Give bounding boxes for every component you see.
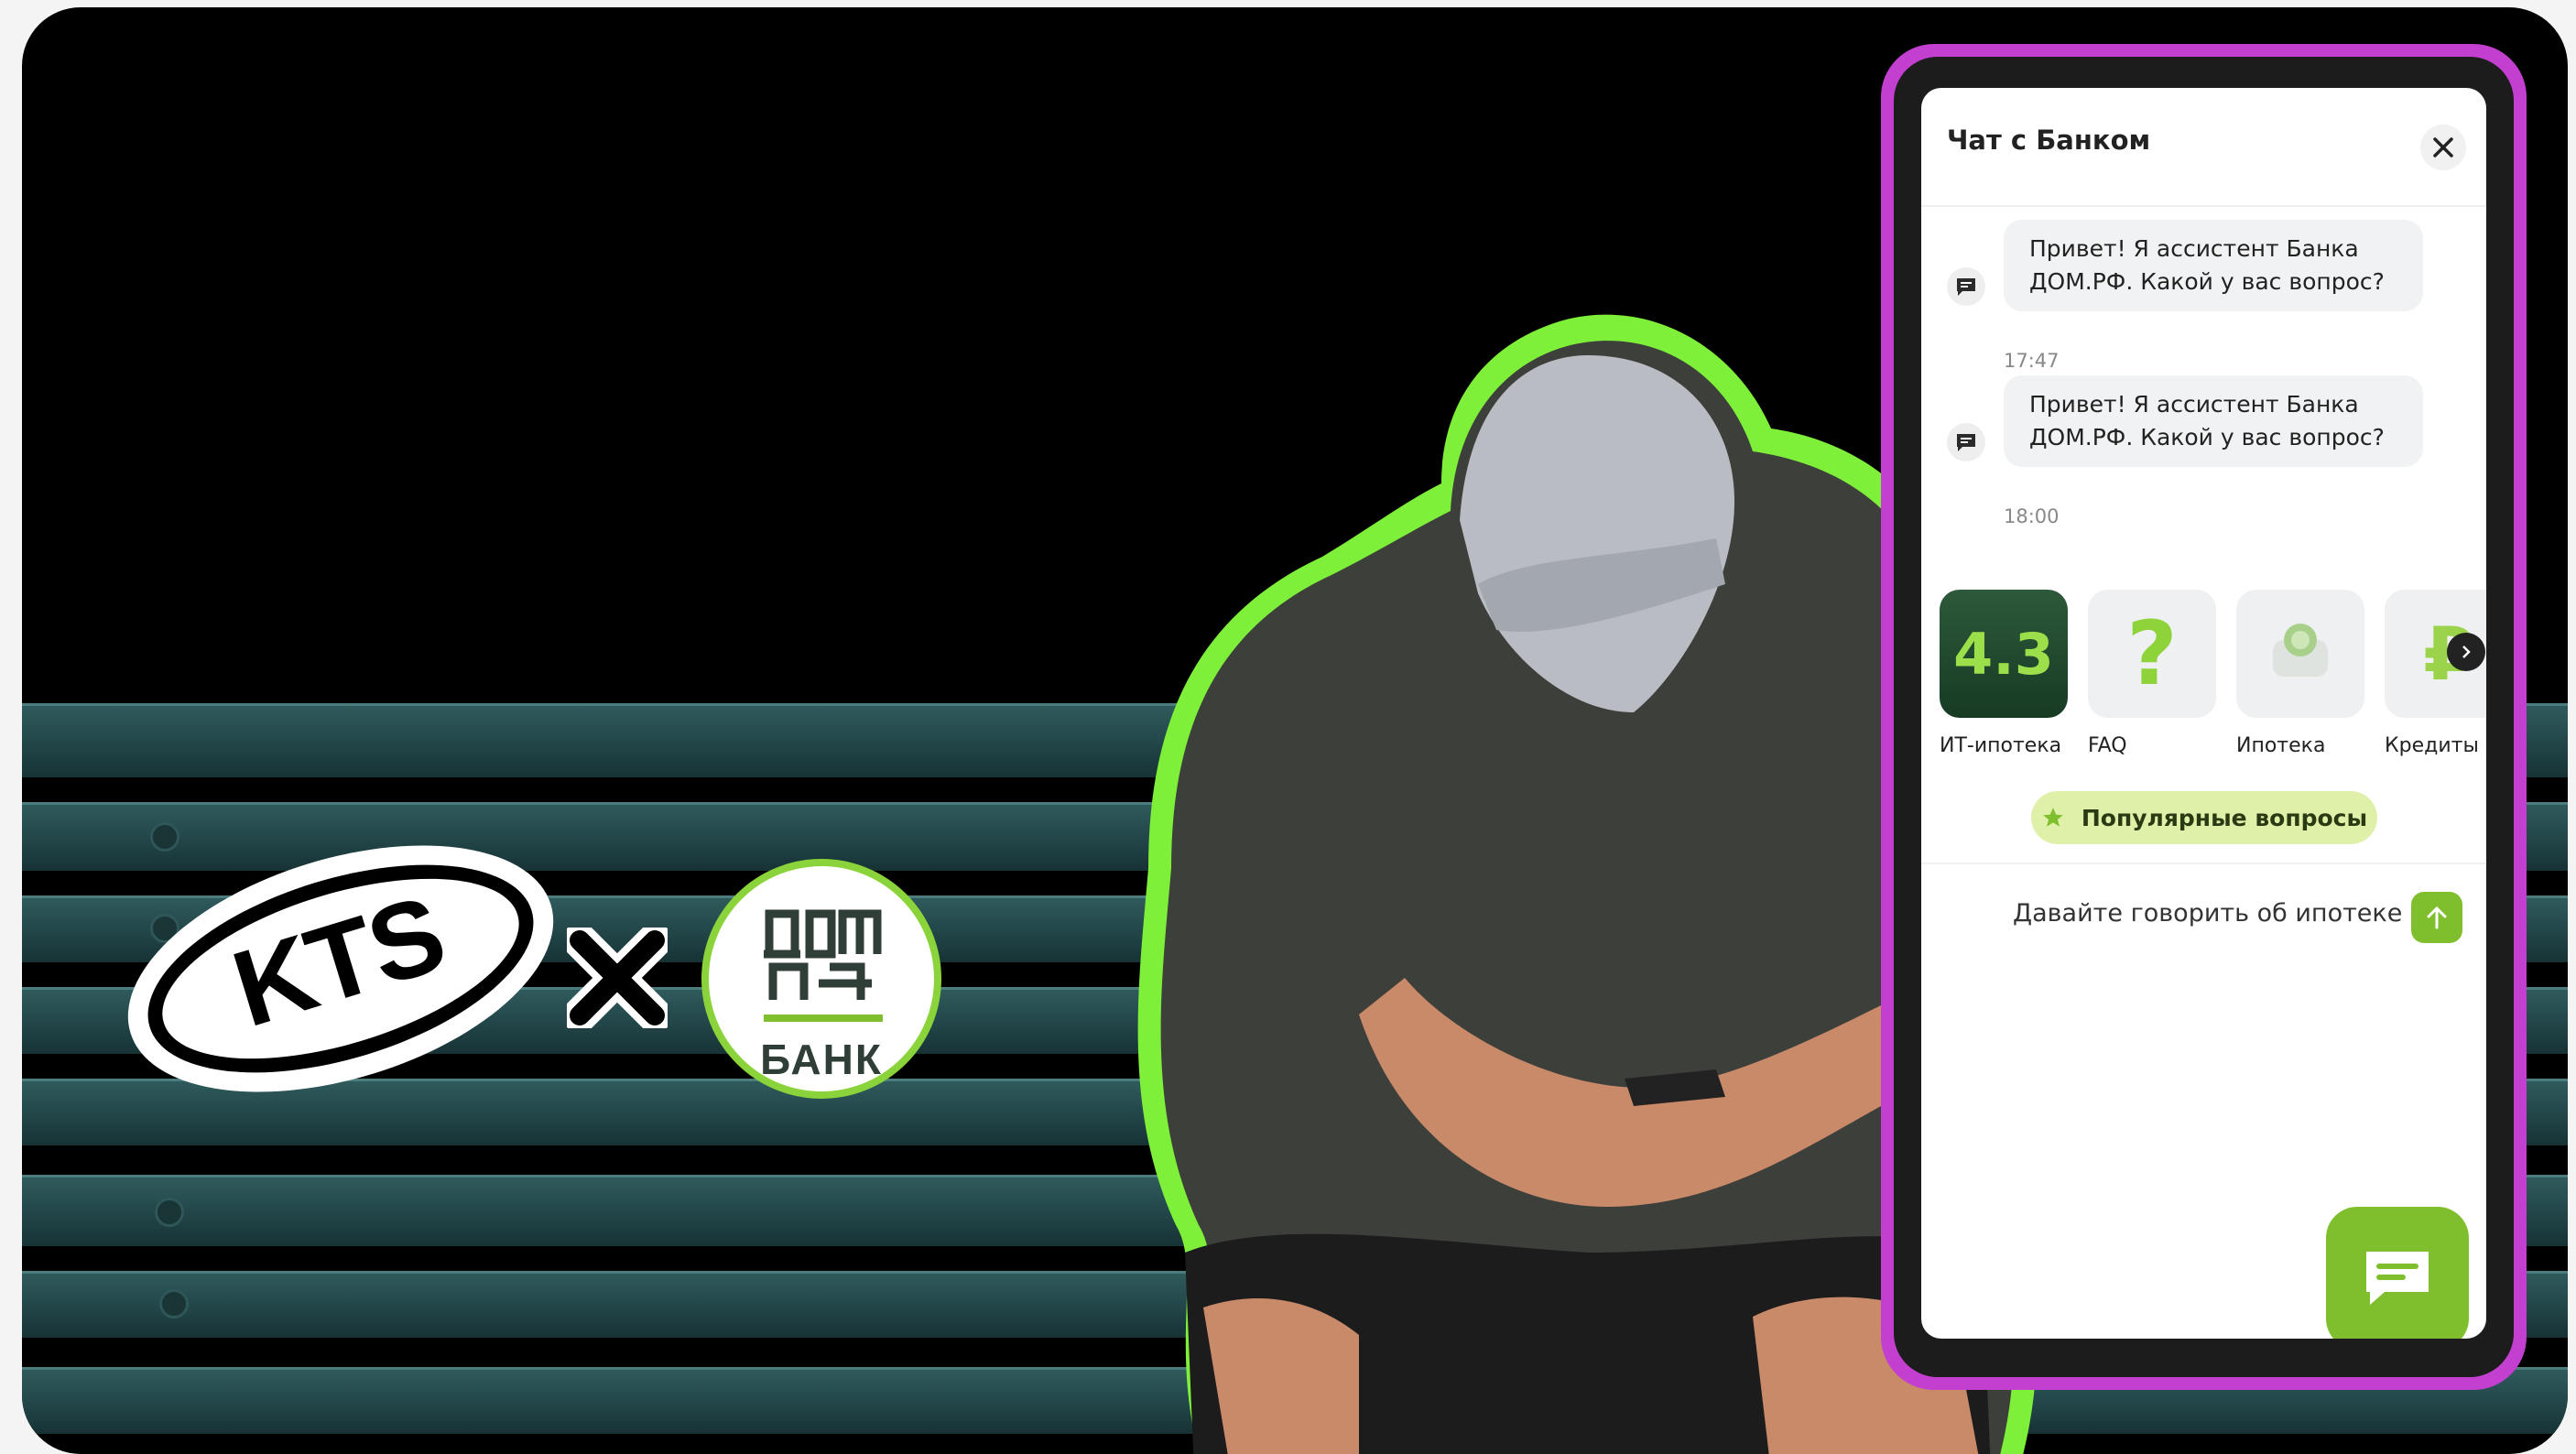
category-label: FAQ [2088,734,2127,757]
arrow-up-icon [2427,906,2447,929]
armchair-icon [2273,624,2328,677]
category-faq[interactable]: ? FAQ [2088,590,2216,757]
category-credits[interactable]: ₽ Кредиты [2385,590,2486,757]
faq-tile: ? [2088,590,2216,718]
collaboration-cross-icon [567,928,668,1028]
it-mortgage-tile: 4.3 [1940,590,2068,718]
star-icon [2043,808,2063,827]
close-button[interactable] [2420,125,2466,170]
phone-mockup: Чат с Банком Привет! Я ассистент Банка Д… [1881,44,2527,1390]
popular-questions-button[interactable]: Популярные вопросы [2031,791,2377,844]
message-time: 17:47 [2004,350,2060,372]
hero-banner: KTS БАНК Чат с Банком Привет! Я ассистен… [22,7,2568,1454]
bot-avatar-icon [1947,267,1985,306]
chat-screen: Чат с Банком Привет! Я ассистент Банка Д… [1921,88,2486,1339]
dom-rf-mark-icon [764,909,883,1022]
category-mortgage[interactable]: Ипотека [2236,590,2364,757]
chat-header: Чат с Банком [1921,88,2486,207]
dom-rf-bank-logo: БАНК [701,859,941,1099]
category-label: ИТ-ипотека [1940,734,2062,757]
popular-questions-label: Популярные вопросы [2081,804,2368,831]
message-input[interactable]: Давайте говорить об ипотеке [2013,899,2402,928]
chat-bubble-icon [2366,1252,2429,1305]
bot-message: Привет! Я ассистент Банка ДОМ.РФ. Какой … [2004,375,2423,467]
dom-rf-bank-text: БАНК [760,1036,883,1083]
send-button[interactable] [2411,892,2462,943]
message-input-bar[interactable]: Давайте говорить об ипотеке [1921,863,2486,965]
chat-title: Чат с Банком [1947,125,2151,156]
chat-fab-button[interactable] [2326,1207,2469,1339]
mortgage-tile [2236,590,2364,718]
bot-avatar-icon [1947,423,1985,461]
category-label: Ипотека [2236,734,2326,757]
chevron-right-icon [2462,646,2471,658]
bot-message: Привет! Я ассистент Банка ДОМ.РФ. Какой … [2004,220,2423,311]
message-time: 18:00 [2004,505,2060,527]
categories-next-button[interactable] [2447,633,2485,671]
close-icon [2433,137,2453,157]
category-it-mortgage[interactable]: 4.3 ИТ-ипотека [1940,590,2068,757]
category-label: Кредиты [2385,734,2479,757]
